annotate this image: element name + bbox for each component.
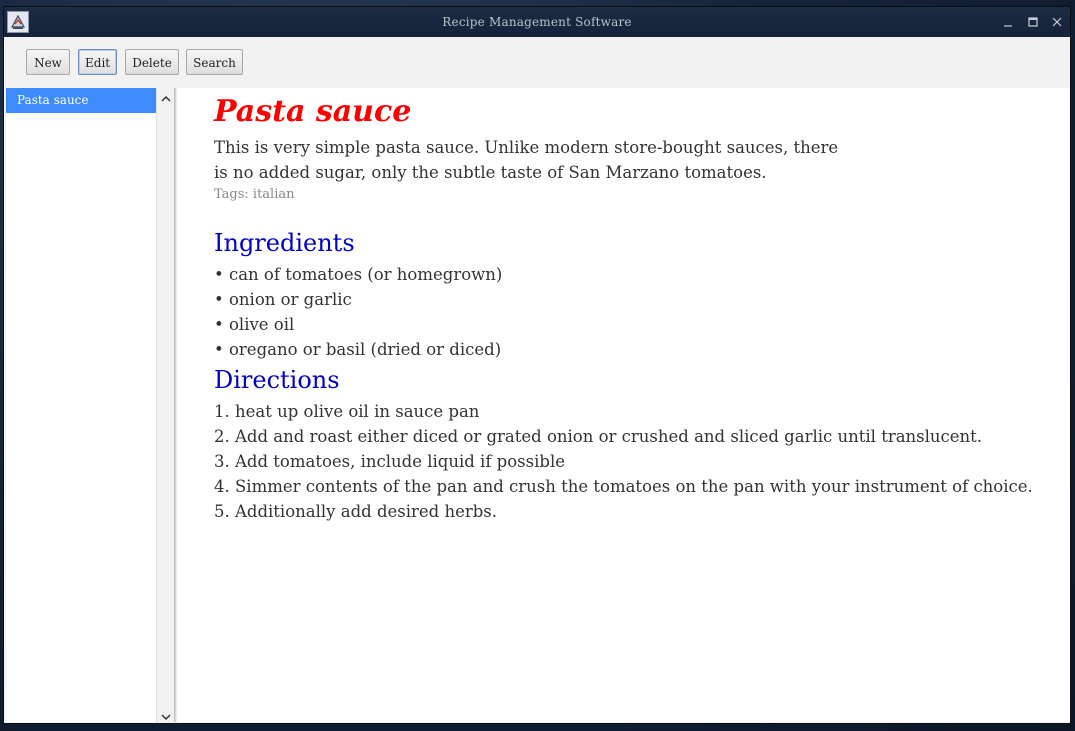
direction-step: 2. Add and roast either diced or grated … — [214, 427, 983, 446]
list-item-pasta-sauce[interactable]: Pasta sauce — [6, 88, 156, 113]
toolbar: New Edit Delete Search — [4, 37, 1070, 87]
new-button[interactable]: New — [26, 49, 70, 75]
delete-button[interactable]: Delete — [125, 49, 179, 75]
list-scrollbar[interactable] — [156, 88, 174, 722]
minimize-icon[interactable] — [999, 13, 1017, 31]
direction-step: 5. Additionally add desired herbs. — [214, 502, 498, 521]
recipe-view: Pasta sauce This is very simple pasta sa… — [177, 88, 1070, 722]
recipe-list[interactable]: Pasta sauce — [6, 88, 156, 722]
directions-list: 1. heat up olive oil in sauce pan 2. Add… — [214, 399, 1033, 524]
direction-step: 4. Simmer contents of the pan and crush … — [214, 477, 1033, 496]
close-icon[interactable] — [1048, 13, 1066, 31]
scroll-up-icon[interactable] — [160, 90, 172, 102]
ingredient-item: • oregano or basil (dried or diced) — [214, 340, 502, 359]
title-bar[interactable]: Recipe Management Software — [4, 7, 1070, 37]
app-window: Recipe Management Software New Edit Dele… — [4, 7, 1070, 723]
search-button[interactable]: Search — [186, 49, 243, 75]
directions-heading: Directions — [214, 366, 340, 394]
window-title: Recipe Management Software — [442, 15, 632, 29]
scroll-down-icon[interactable] — [160, 708, 172, 721]
maximize-icon[interactable] — [1024, 13, 1042, 31]
ingredients-heading: Ingredients — [214, 229, 355, 257]
direction-step: 3. Add tomatoes, include liquid if possi… — [214, 452, 565, 471]
ingredient-item: • can of tomatoes (or homegrown) — [214, 265, 503, 284]
recipe-tags: Tags: italian — [214, 187, 295, 202]
direction-step: 1. heat up olive oil in sauce pan — [214, 402, 480, 421]
ingredient-item: • olive oil — [214, 315, 295, 334]
ingredient-item: • onion or garlic — [214, 290, 352, 309]
edit-button[interactable]: Edit — [78, 49, 117, 75]
recipe-title: Pasta sauce — [214, 94, 412, 129]
ingredients-list: • can of tomatoes (or homegrown) • onion… — [214, 262, 502, 362]
recipe-description: This is very simple pasta sauce. Unlike … — [214, 138, 839, 182]
